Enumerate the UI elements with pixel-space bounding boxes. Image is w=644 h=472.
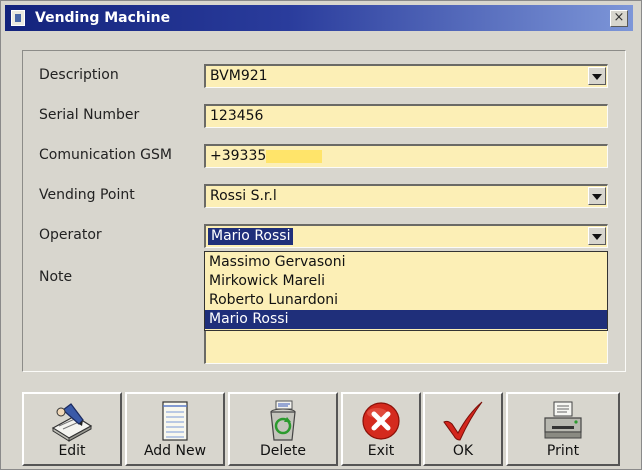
serial-number-field[interactable]: 123456 (204, 104, 608, 128)
description-label: Description (39, 67, 119, 83)
description-value: BVM921 (210, 68, 268, 84)
ok-button-label: OK (452, 443, 474, 459)
operator-label: Operator (39, 227, 102, 243)
operator-option[interactable]: Massimo Gervasoni (205, 253, 607, 272)
note-textarea[interactable] (204, 331, 608, 364)
operator-dropdown-list[interactable]: Massimo Gervasoni Mirkowick Mareli Rober… (204, 251, 608, 331)
title-bar[interactable]: Vending Machine × (5, 5, 633, 31)
add-new-button-label: Add New (143, 443, 207, 459)
app-icon (11, 10, 25, 26)
vending-point-label: Vending Point (39, 187, 135, 203)
close-button[interactable]: × (610, 10, 628, 27)
gsm-value: +39335 (210, 148, 267, 164)
description-combobox[interactable]: BVM921 (204, 64, 608, 88)
delete-button[interactable]: Delete (228, 392, 338, 466)
edit-icon (49, 400, 95, 442)
close-circle-icon (358, 400, 404, 442)
gsm-field[interactable]: +39335 (204, 144, 608, 168)
operator-option[interactable]: Mirkowick Mareli (205, 272, 607, 291)
recycle-bin-icon (260, 400, 306, 442)
note-label: Note (39, 269, 73, 285)
delete-button-label: Delete (260, 443, 306, 459)
operator-option[interactable]: Roberto Lunardoni (205, 291, 607, 310)
serial-number-label: Serial Number (39, 107, 140, 123)
vending-machine-window: Vending Machine × Description BVM921 Ser… (0, 0, 642, 470)
vending-point-dropdown-arrow-icon[interactable] (588, 187, 606, 205)
operator-combobox[interactable]: Mario Rossi (204, 224, 608, 248)
gsm-highlight (266, 150, 322, 163)
add-new-button[interactable]: Add New (125, 392, 225, 466)
edit-button-label: Edit (58, 443, 86, 459)
vending-point-value: Rossi S.r.l (210, 188, 277, 204)
operator-dropdown-arrow-icon[interactable] (588, 227, 606, 245)
description-dropdown-arrow-icon[interactable] (588, 67, 606, 85)
exit-button[interactable]: Exit (341, 392, 421, 466)
operator-value: Mario Rossi (208, 228, 294, 245)
ok-button[interactable]: OK (423, 392, 503, 466)
window-title: Vending Machine (35, 10, 171, 26)
vending-point-combobox[interactable]: Rossi S.r.l (204, 184, 608, 208)
printer-icon (540, 400, 586, 442)
serial-number-value: 123456 (210, 108, 264, 124)
notebook-icon (152, 400, 198, 442)
print-button-label: Print (546, 443, 580, 459)
operator-option-selected[interactable]: Mario Rossi (205, 310, 607, 329)
edit-button[interactable]: Edit (22, 392, 122, 466)
checkmark-icon (440, 400, 486, 442)
exit-button-label: Exit (367, 443, 395, 459)
print-button[interactable]: Print (506, 392, 620, 466)
gsm-label: Comunication GSM (39, 147, 172, 163)
